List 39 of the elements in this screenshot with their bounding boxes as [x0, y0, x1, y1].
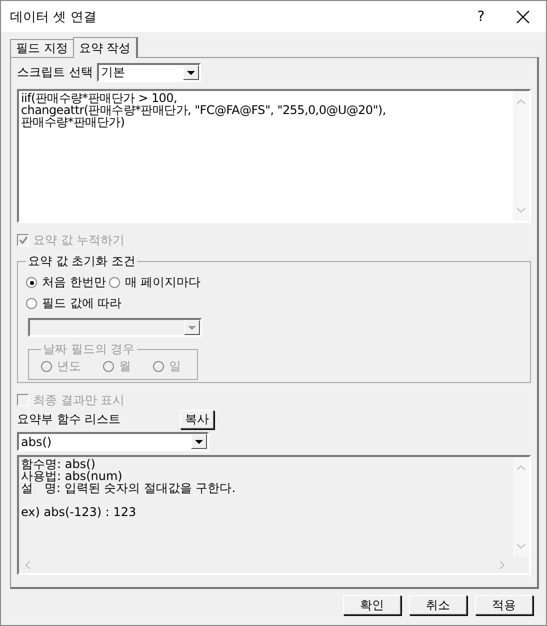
dialog-button[interactable]: 적용: [475, 595, 533, 615]
script-select[interactable]: 기본: [96, 63, 201, 82]
radio-button[interactable]: [108, 277, 120, 288]
script-line: iif(판매수량*판매단가 > 100,: [21, 92, 177, 104]
script-select-label: 스크립트 선택: [17, 64, 93, 81]
radio-option[interactable]: 필드 값에 따라: [26, 295, 122, 312]
close-icon[interactable]: [516, 10, 530, 24]
script-line: changeattr(판매수량*판매단가, "FC@FA@FS", "255,0,0@U@20"),: [21, 104, 387, 116]
scroll-left-icon[interactable]: [25, 561, 30, 569]
description-line: 사용법: abs(num): [21, 470, 124, 482]
dialog-button[interactable]: 확인: [343, 595, 401, 615]
tab[interactable]: 필드 지정: [10, 39, 74, 57]
copy-button[interactable]: 복사: [180, 410, 214, 429]
help-button[interactable]: ?: [458, 8, 504, 26]
dropdown-arrow-icon: [188, 326, 196, 330]
radio-button[interactable]: [26, 277, 37, 288]
group-title: 날짜 필드의 경우: [42, 341, 136, 358]
scroll-down-icon[interactable]: [517, 208, 525, 213]
tab[interactable]: 요약 작성: [72, 37, 138, 58]
scroll-right-icon[interactable]: [500, 561, 505, 569]
window-title: 데이터 셋 연결: [10, 8, 98, 26]
group-title: 요약 값 초기화 조건: [27, 253, 136, 270]
script-line: 판매수량*판매단가): [21, 116, 125, 128]
function-select[interactable]: abs(): [17, 432, 209, 451]
scroll-down-icon[interactable]: [517, 544, 525, 549]
dropdown-arrow-icon: [186, 70, 195, 74]
radio-button[interactable]: [26, 298, 37, 309]
description-line: 설 명: 입력된 숫자의 절대값을 구한다.: [21, 482, 237, 494]
radio-option[interactable]: 처음 한번만: [26, 274, 106, 291]
description-line: 함수명: abs(): [21, 458, 96, 470]
scroll-up-icon[interactable]: [517, 465, 525, 470]
checkmark-icon: [18, 236, 28, 244]
script-editor[interactable]: iif(판매수량*판매단가 > 100, changeattr(판매수량*판매단가, "FC@FA@FS", "255,0,0@U@20"), 판매수량*판매단가): [17, 89, 531, 223]
radio-option[interactable]: 매 페이지마다: [108, 274, 201, 291]
dialog-button[interactable]: 취소: [409, 595, 467, 615]
dropdown-arrow-icon: [195, 440, 203, 444]
function-list-label: 요약부 함수 리스트: [17, 411, 122, 428]
example-line: ex) abs(-123) : 123: [21, 506, 138, 518]
scroll-up-icon[interactable]: [517, 99, 525, 104]
